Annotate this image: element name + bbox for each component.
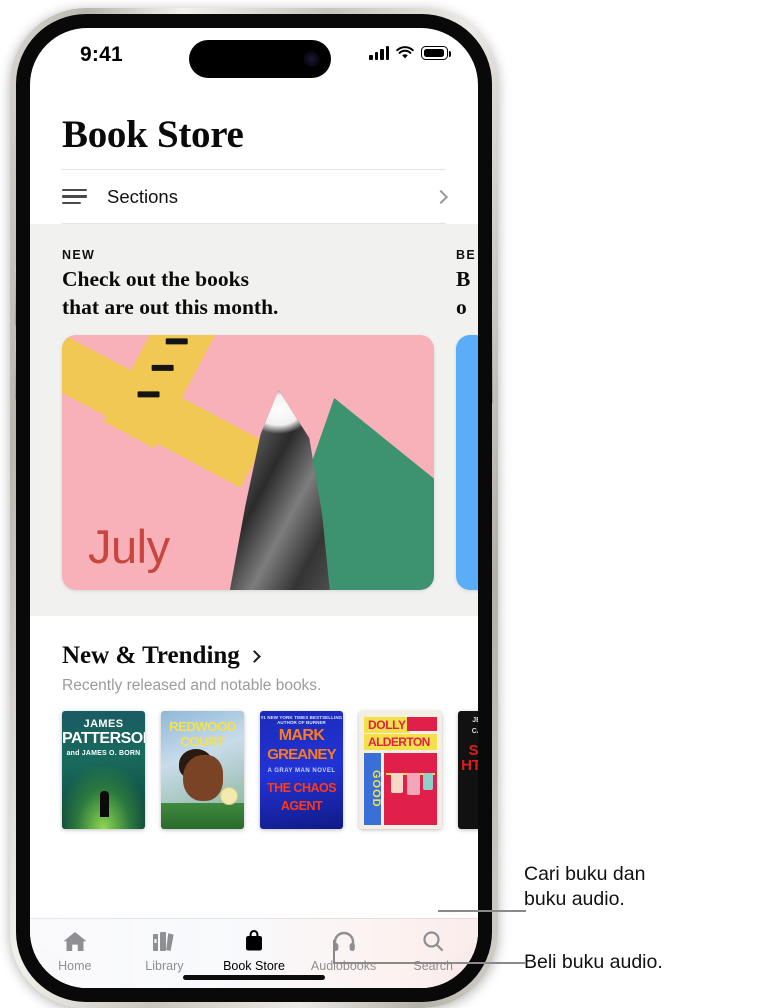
tab-home[interactable]: Home [30, 928, 120, 973]
book-author-line2: CAL [471, 728, 478, 736]
chevron-right-icon [247, 649, 261, 663]
hamburger-icon [62, 188, 87, 205]
callout-search: Cari buku dan buku audio. [524, 863, 646, 911]
sections-label: Sections [107, 185, 178, 207]
book-cover[interactable]: JAMES PATTERSON and JAMES O. BORN [62, 711, 145, 830]
phone-bezel: 9:41 Book Store Sections NEW Check out t… [16, 14, 492, 1002]
battery-icon [421, 46, 451, 60]
featured-carousel[interactable]: NEW Check out the books that are out thi… [30, 224, 478, 617]
books-icon [151, 928, 177, 954]
dynamic-island [189, 40, 331, 78]
tab-label: Library [145, 959, 184, 973]
front-camera-icon [305, 52, 318, 66]
carousel-card-new[interactable]: NEW Check out the books that are out thi… [62, 248, 434, 591]
new-trending-section: New & Trending Recently released and not… [30, 616, 478, 695]
book-author-line1: DOLLY [364, 717, 410, 734]
book-author-line2: ALDERTON [364, 734, 437, 751]
new-trending-subtitle: Recently released and notable books. [62, 677, 322, 695]
cover-blurb-block [407, 717, 437, 732]
book-author-line2: GREANEY [267, 746, 336, 764]
book-title-line2: AGENT [280, 799, 323, 814]
book-title-line2: COURT [180, 734, 225, 750]
magnifier-icon [420, 928, 446, 954]
home-indicator[interactable] [183, 975, 325, 980]
tab-library[interactable]: Library [120, 928, 210, 973]
screenshot-root: 9:41 Book Store Sections NEW Check out t… [0, 0, 774, 1008]
book-title: GOOD [364, 753, 382, 826]
book-author-line1: MARK [278, 727, 325, 745]
laundry-item-icon [391, 773, 403, 794]
laundry-item-icon [407, 773, 420, 796]
book-cover[interactable]: DOLLY ALDERTON GOOD [359, 711, 442, 830]
signal-bars-icon [369, 46, 389, 60]
book-author-sub: and JAMES O. BORN [66, 750, 141, 758]
card-headline: B o [456, 267, 471, 319]
carousel-track: NEW Check out the books that are out thi… [30, 248, 478, 591]
tab-search[interactable]: Search [388, 928, 478, 973]
phone-screen: 9:41 Book Store Sections NEW Check out t… [30, 28, 478, 988]
callout-leader-line-search [438, 910, 526, 912]
callout-leader-stem-audiobooks [333, 940, 335, 964]
tab-book-store[interactable]: Book Store [209, 928, 299, 973]
app-content: Book Store Sections NEW Check out the bo… [30, 90, 478, 988]
status-bar: 9:41 [30, 28, 478, 90]
cover-figure [100, 791, 109, 818]
card-kicker: NEW [62, 248, 96, 262]
book-cover[interactable]: JEN CAL SA HT O [458, 711, 478, 830]
carousel-card-next[interactable]: BE B o [456, 248, 478, 591]
chevron-right-icon [433, 189, 449, 204]
new-trending-title: New & Trending [62, 642, 240, 670]
phone-frame: 9:41 Book Store Sections NEW Check out t… [10, 8, 498, 1008]
award-seal-icon [220, 787, 238, 806]
status-time: 9:41 [80, 43, 123, 66]
book-cover[interactable]: #1 NEW YORK TIMES BESTSELLING AUTHOR OF … [260, 711, 343, 830]
book-author-line1: JEN [472, 717, 478, 725]
book-title-line1: REDWOOD [169, 719, 236, 735]
tab-audiobooks[interactable]: Audiobooks [299, 928, 389, 973]
status-indicators [369, 46, 451, 60]
callout-audiobooks: Beli buku audio. [524, 951, 663, 973]
book-blurb: #1 NEW YORK TIMES BESTSELLING AUTHOR OF … [260, 715, 343, 726]
card-headline: Check out the books that are out this mo… [62, 267, 279, 319]
tab-label: Book Store [223, 959, 285, 973]
callout-leader-line-audiobooks [333, 962, 525, 964]
page-title: Book Store [62, 113, 244, 156]
card-artwork-july: July [62, 335, 434, 591]
laundry-item-icon [423, 773, 433, 791]
book-shelf[interactable]: JAMES PATTERSON and JAMES O. BORN REDWOO… [30, 695, 478, 830]
shopping-bag-icon [241, 928, 267, 954]
book-title: PATTERSON [62, 730, 145, 748]
tab-label: Home [58, 959, 92, 973]
book-author-top: JAMES [83, 718, 124, 731]
card-kicker: BE [456, 248, 476, 262]
house-icon [62, 928, 88, 954]
sections-row[interactable]: Sections [62, 170, 449, 224]
book-title-line1: THE CHAOS [266, 781, 337, 796]
card-art-label: July [88, 520, 170, 574]
book-series: A GRAY MAN NOVEL [267, 768, 336, 775]
wifi-icon [396, 46, 414, 59]
cover-figure-face [183, 755, 223, 802]
new-trending-header[interactable]: New & Trending [62, 642, 478, 670]
book-title: SA HT O [461, 742, 478, 775]
book-cover[interactable]: REDWOOD COURT [161, 711, 244, 830]
card-artwork-blue [456, 335, 478, 591]
cover-art [161, 803, 244, 830]
